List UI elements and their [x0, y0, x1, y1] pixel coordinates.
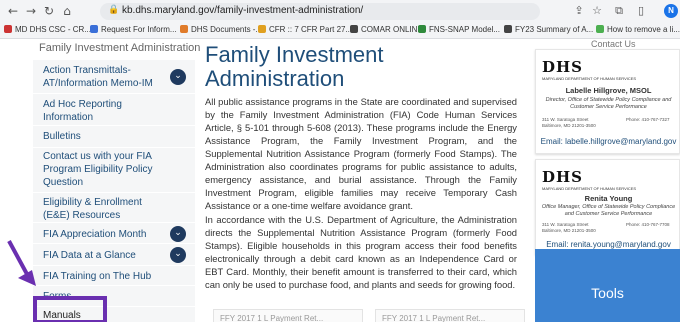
bookmarks-bar: MD DHS CSC - CR... Request For Inform...…	[0, 22, 680, 39]
contact-role: Director, Office of Statewide Policy Com…	[545, 97, 672, 110]
chevron-down-icon[interactable]: ⌄	[170, 226, 186, 242]
bookmark-star-icon[interactable]: ☆	[590, 4, 604, 18]
contact-column: Contact Us DHS MARYLAND DEPARTMENT OF HU…	[535, 39, 680, 322]
contact-card: DHS MARYLAND DEPARTMENT OF HUMAN SERVICE…	[535, 49, 680, 154]
forward-icon[interactable]: →	[24, 4, 38, 18]
sidebar-item-ad-hoc-reporting[interactable]: Ad Hoc Reporting Information	[33, 93, 195, 125]
bookmark-item[interactable]: MD DHS CSC - CR...	[4, 25, 91, 34]
sidebar-item-label: FIA Data at a Glance	[43, 250, 136, 261]
favicon-icon	[596, 25, 604, 33]
dhs-logo-subtitle: MARYLAND DEPARTMENT OF HUMAN SERVICES	[542, 186, 637, 191]
dhs-logo-subtitle: MARYLAND DEPARTMENT OF HUMAN SERVICES	[542, 76, 637, 81]
sidebar-item-label: FIA Training on The Hub	[43, 271, 152, 282]
contact-role: Office Manager, Office of Statewide Poli…	[541, 204, 676, 217]
favicon-icon	[90, 25, 98, 33]
dhs-logo: DHS	[542, 58, 584, 76]
sidebar-item-label: Bulletins	[43, 131, 81, 142]
contact-card: DHS MARYLAND DEPARTMENT OF HUMAN SERVICE…	[535, 159, 680, 255]
profile-avatar[interactable]: N	[664, 4, 678, 18]
url-text: kb.dhs.maryland.gov/family-investment-ad…	[122, 5, 364, 16]
back-icon[interactable]: ←	[6, 4, 20, 18]
page-title: Family Investment Administration	[205, 42, 384, 91]
sidebar-item-fia-data-at-a-glance[interactable]: FIA Data at a Glance ⌄	[33, 243, 195, 265]
contact-address: 311 W. Saratoga Street Baltimore, MD 212…	[542, 222, 596, 233]
bookmark-item[interactable]: How to remove a li...	[596, 25, 680, 34]
tools-panel[interactable]: Tools	[535, 249, 680, 322]
contact-name: Labelle Hillgrove, MSOL	[565, 86, 652, 95]
sidebar-item-eligibility-enrollment[interactable]: Eligibility & Enrollment (E&E) Resources	[33, 192, 195, 222]
lock-icon: 🔒	[108, 5, 120, 15]
sidebar-nav: Family Investment Administration Action …	[33, 39, 200, 322]
intro-paragraph: All public assistance programs in the St…	[205, 96, 517, 211]
favicon-icon	[180, 25, 188, 33]
sidebar-item-action-transmittals[interactable]: Action Transmittals-AT/Information Memo-…	[33, 59, 195, 93]
contact-email[interactable]: Email: labelle.hillgrove@maryland.gov	[536, 137, 680, 146]
contact-heading: Contact Us	[591, 39, 636, 49]
tools-label: Tools	[591, 285, 624, 301]
sidebar-item-label: Action Transmittals-AT/Information Memo-…	[43, 65, 153, 89]
address-bar[interactable]: 🔒 kb.dhs.maryland.gov/family-investment-…	[100, 3, 540, 20]
contact-phone: Phone: 410-767-7708	[626, 222, 670, 227]
bookmark-item[interactable]: DHS Documents -...	[180, 25, 262, 34]
bookmark-item[interactable]: CFR :: 7 CFR Part 27...	[258, 25, 352, 34]
extensions-icon[interactable]: ⧉	[612, 4, 626, 18]
bookmark-item[interactable]: FY23 Summary of A...	[504, 25, 593, 34]
home-icon[interactable]: ⌂	[60, 4, 74, 18]
sidebar-item-fia-training[interactable]: FIA Training on The Hub	[33, 265, 195, 285]
manuals-highlight-box	[33, 296, 107, 322]
annotation-arrow-icon	[7, 240, 36, 286]
sidebar-item-label: Ad Hoc Reporting Information	[43, 99, 122, 123]
sidebar-item-contact-fia[interactable]: Contact us with your FIA Program Eligibi…	[33, 147, 195, 192]
document-card[interactable]: FFY 2017 1 L Payment Ret...	[375, 309, 525, 322]
favicon-icon	[350, 25, 358, 33]
chevron-down-icon[interactable]: ⌄	[170, 247, 186, 263]
contact-phone: Phone: 410-767-7327	[626, 117, 670, 122]
favicon-icon	[418, 25, 426, 33]
sidebar-item-fia-appreciation-month[interactable]: FIA Appreciation Month ⌄	[33, 222, 195, 243]
sidebar-heading: Family Investment Administration	[39, 42, 201, 54]
reload-icon[interactable]: ↻	[42, 4, 56, 18]
snap-paragraph: In accordance with the U.S. Department o…	[205, 214, 517, 290]
share-icon[interactable]: ⇪	[572, 4, 586, 18]
bookmark-item[interactable]: FNS-SNAP Model...	[418, 25, 500, 34]
dhs-logo: DHS	[542, 168, 584, 186]
sidepanel-icon[interactable]: ▯	[634, 4, 648, 18]
contact-name: Renita Young	[584, 194, 633, 203]
sidebar-item-label: Contact us with your FIA Program Eligibi…	[43, 151, 153, 188]
favicon-icon	[504, 25, 512, 33]
sidebar-item-label: FIA Appreciation Month	[43, 229, 147, 240]
sidebar-item-label: Eligibility & Enrollment (E&E) Resources	[43, 197, 142, 221]
favicon-icon	[258, 25, 266, 33]
contact-email[interactable]: Email: renita.young@maryland.gov	[536, 240, 680, 249]
main-content: Family Investment Administration All pub…	[205, 39, 525, 322]
sidebar-item-bulletins[interactable]: Bulletins	[33, 125, 195, 147]
chevron-down-icon[interactable]: ⌄	[170, 69, 186, 85]
favicon-icon	[4, 25, 12, 33]
bookmark-item[interactable]: COMAR ONLINE	[350, 25, 423, 34]
bookmark-item[interactable]: Request For Inform...	[90, 25, 177, 34]
contact-address: 311 W. Saratoga Street Baltimore, MD 212…	[542, 117, 596, 128]
browser-chrome: ← → ↻ ⌂ 🔒 kb.dhs.maryland.gov/family-inv…	[0, 0, 680, 39]
document-card[interactable]: FFY 2017 1 L Payment Ret...	[213, 309, 363, 322]
browser-toolbar: ← → ↻ ⌂ 🔒 kb.dhs.maryland.gov/family-inv…	[0, 0, 680, 22]
